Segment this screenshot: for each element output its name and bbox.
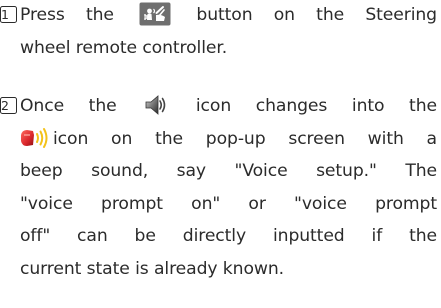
step-2-line-6: current state is already known. xyxy=(0,253,437,286)
voice-button-icon xyxy=(139,2,171,26)
step-2-text-d: beep sound, say "Voice setup." The xyxy=(20,161,437,181)
microphone-icon xyxy=(20,126,50,150)
step-1-line-1: 1 Press the button on the Steering xyxy=(0,0,437,32)
step-2-line-2: icon on the pop-up screen with a xyxy=(0,123,437,156)
step-2-line-4: "voice prompt on" or "voice prompt xyxy=(0,188,437,221)
instruction-step-2: 2 Once the icon changes into the icon on… xyxy=(0,90,437,285)
step-2-text-e: "voice prompt on" or "voice prompt xyxy=(20,193,437,214)
step-2-line-5: off" can be directly inputted if the xyxy=(0,220,437,253)
step-2-text-b: icon changes into the xyxy=(195,96,437,116)
instruction-page: 1 Press the button on the Steering wheel … xyxy=(0,0,441,308)
step-2-text-c: icon on the pop-up screen with a xyxy=(53,128,437,149)
step-1-text-c: wheel remote controller. xyxy=(20,37,228,58)
step-1-text-a: Press the xyxy=(20,5,114,25)
speaker-icon xyxy=(144,93,168,117)
step-2-text-f: off" can be directly inputted if the xyxy=(20,226,437,246)
step-number-badge: 2 xyxy=(0,97,17,114)
step-2-text-a: Once the xyxy=(20,96,117,116)
step-1-line-2: wheel remote controller. xyxy=(0,32,437,65)
step-1-text-b: button on the Steering xyxy=(196,5,437,25)
instruction-step-1: 1 Press the button on the Steering wheel … xyxy=(0,0,437,64)
step-number-badge: 1 xyxy=(0,6,17,23)
step-2-text-g: current state is already known. xyxy=(20,258,284,279)
step-2-line-3: beep sound, say "Voice setup." The xyxy=(0,155,437,188)
step-2-line-1: 2 Once the icon changes into the xyxy=(0,90,437,123)
